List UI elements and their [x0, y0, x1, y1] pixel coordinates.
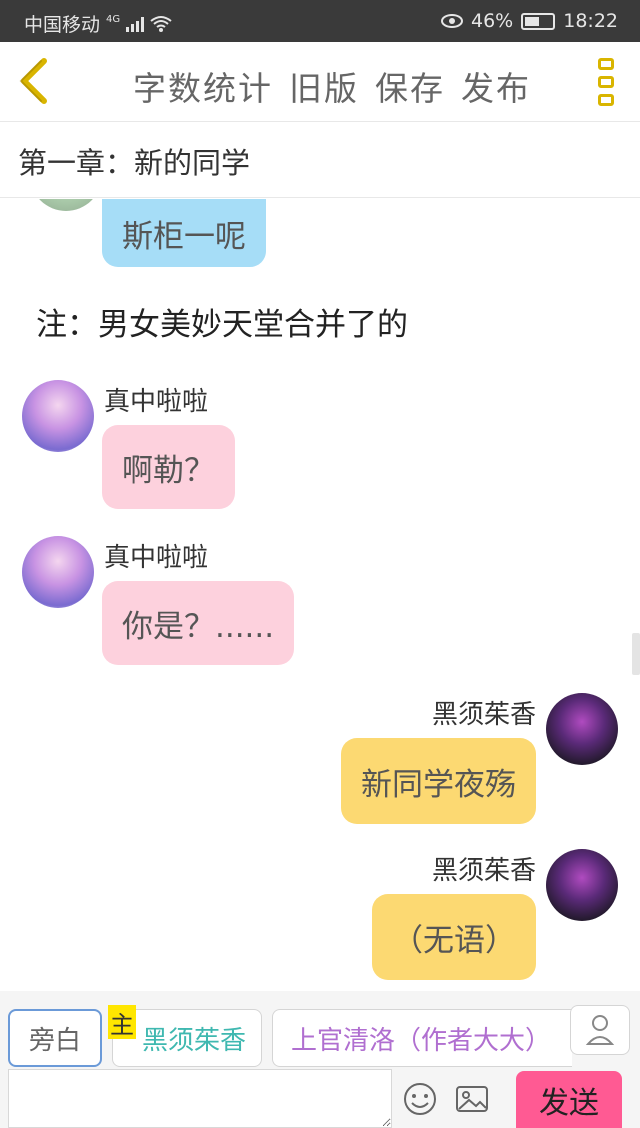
emoji-icon[interactable] [400, 1079, 440, 1119]
chevron-left-icon[interactable] [14, 56, 54, 106]
avatar[interactable] [546, 849, 618, 921]
avatar[interactable] [30, 199, 102, 211]
eye-icon [441, 14, 463, 28]
avatar[interactable] [22, 536, 94, 608]
chapter-title: 第一章：新的同学 [18, 146, 251, 180]
signal-icon [126, 16, 145, 32]
message-bubble[interactable]: 你是？...... [102, 581, 295, 665]
role-author[interactable]: 上官清洛（作者大大） [272, 1009, 572, 1067]
narration-text[interactable]: 注：男女美妙天堂合并了的 [36, 299, 408, 344]
message-input[interactable] [8, 1069, 392, 1128]
scrollbar[interactable] [632, 633, 640, 675]
chapter-title-bar[interactable]: 第一章：新的同学 [0, 122, 640, 198]
clock: 18:22 [563, 10, 618, 32]
sender-name: 真中啦啦 [104, 387, 209, 417]
sender-name: 真中啦啦 [104, 543, 209, 573]
input-bar: 发送 [0, 1069, 640, 1128]
network-type: 4G [106, 14, 121, 25]
avatar[interactable] [22, 380, 94, 452]
status-bar: 中国移动 4G 46% 18:22 [0, 0, 640, 42]
main-role-badge: 主 [108, 1005, 136, 1039]
send-button[interactable]: 发送 [516, 1071, 622, 1128]
message-bubble[interactable]: 新同学夜殇 [341, 738, 536, 824]
role-narrator[interactable]: 旁白 [8, 1009, 102, 1067]
sender-name: 黑须茱香 [431, 856, 536, 886]
wifi-icon [150, 15, 172, 32]
message-bubble[interactable]: 斯柜一呢 [102, 199, 266, 267]
message-bubble[interactable]: （无语） [372, 894, 536, 980]
old-version-button[interactable]: 旧版 [289, 62, 359, 110]
sender-name: 黑须茱香 [431, 700, 536, 730]
role-selector: 旁白 黑须茱香 主 上官清洛（作者大大） [0, 991, 640, 1071]
editor-header: 字数统计 旧版 保存 发布 [0, 42, 640, 122]
add-role-button[interactable] [570, 1005, 630, 1055]
message-bubble[interactable]: 啊勒？ [102, 425, 235, 509]
publish-button[interactable]: 发布 [461, 62, 531, 110]
chat-area[interactable]: 斯柜一呢 注：男女美妙天堂合并了的 真中啦啦 啊勒？ 真中啦啦 你是？.....… [0, 199, 640, 991]
word-count-button[interactable]: 字数统计 [133, 62, 273, 110]
avatar[interactable] [546, 693, 618, 765]
battery-icon [521, 12, 556, 30]
person-icon [585, 1015, 615, 1045]
battery-percent: 46% [471, 10, 514, 32]
image-icon[interactable] [452, 1079, 492, 1119]
carrier-label: 中国移动 [24, 14, 101, 36]
more-vertical-icon[interactable] [598, 58, 616, 106]
save-button[interactable]: 保存 [375, 62, 445, 110]
